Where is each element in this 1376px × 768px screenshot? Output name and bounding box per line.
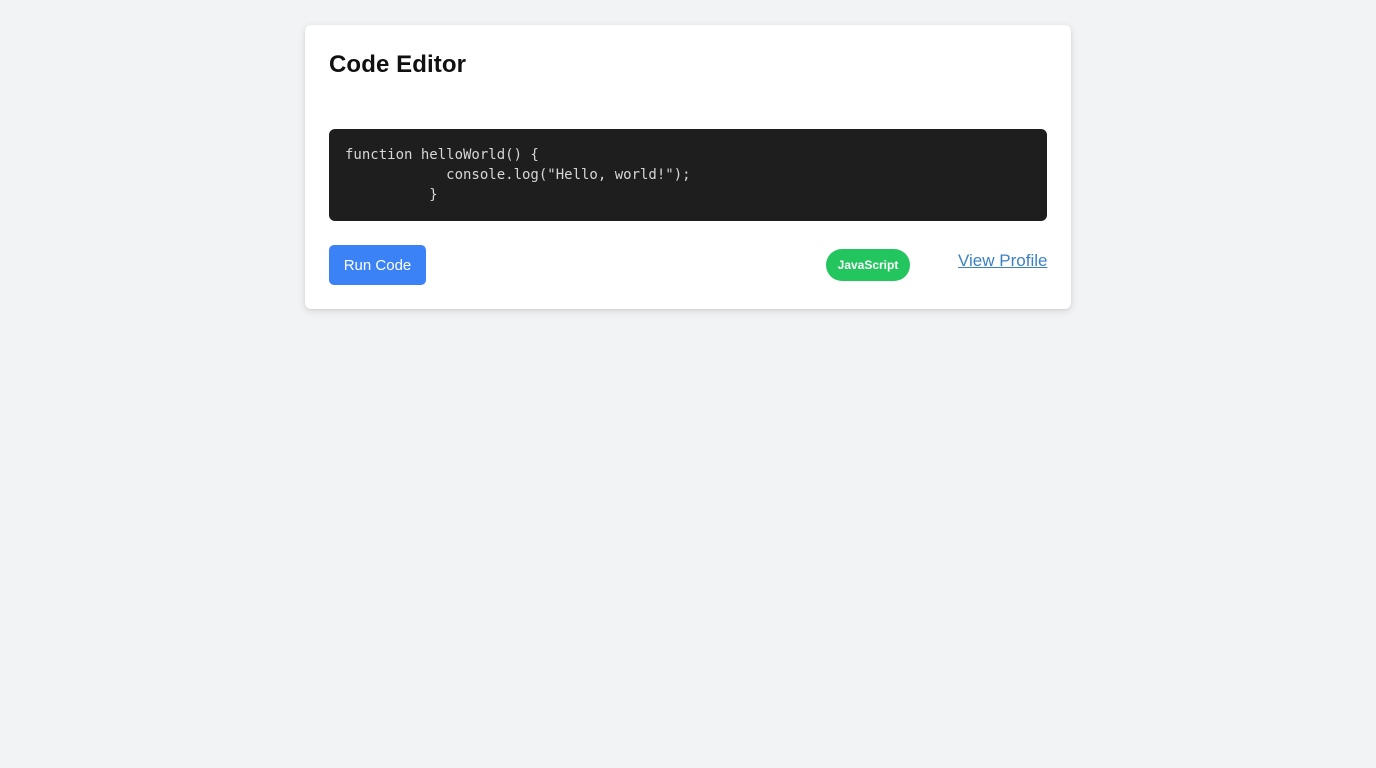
run-code-button[interactable]: Run Code — [329, 245, 426, 285]
page-title: Code Editor — [329, 51, 467, 78]
code-content: function helloWorld() { console.log("Hel… — [345, 147, 691, 203]
code-block[interactable]: function helloWorld() { console.log("Hel… — [329, 129, 1047, 221]
language-badge: JavaScript — [826, 249, 910, 281]
code-editor-card: Code Editor function helloWorld() { cons… — [305, 25, 1071, 309]
view-profile-link[interactable]: View Profile — [958, 251, 1047, 271]
